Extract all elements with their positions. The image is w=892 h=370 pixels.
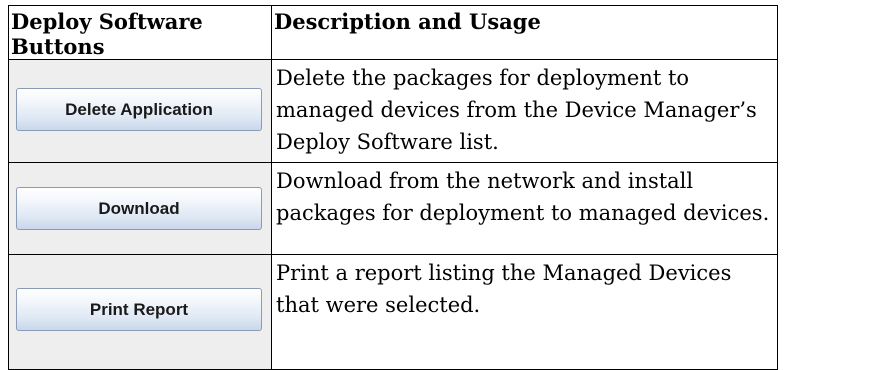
table-header-row: Deploy Software Buttons Description and … [8,5,778,60]
delete-application-button[interactable]: Delete Application [16,88,262,131]
button-cell: Delete Application [8,59,272,163]
description-cell: Download from the network and install pa… [271,162,778,255]
description-cell: Delete the packages for deployment to ma… [271,59,778,163]
download-button[interactable]: Download [16,187,262,230]
deploy-software-buttons-table: Deploy Software Buttons Description and … [8,5,778,370]
header-description: Description and Usage [271,5,778,60]
table-row: Print Report Print a report listing the … [8,254,778,370]
header-buttons: Deploy Software Buttons [8,5,272,60]
button-cell: Download [8,162,272,255]
table-row: Download Download from the network and i… [8,162,778,255]
print-report-button[interactable]: Print Report [16,288,262,331]
table-row: Delete Application Delete the packages f… [8,59,778,163]
button-cell: Print Report [8,254,272,370]
description-cell: Print a report listing the Managed Devic… [271,254,778,370]
